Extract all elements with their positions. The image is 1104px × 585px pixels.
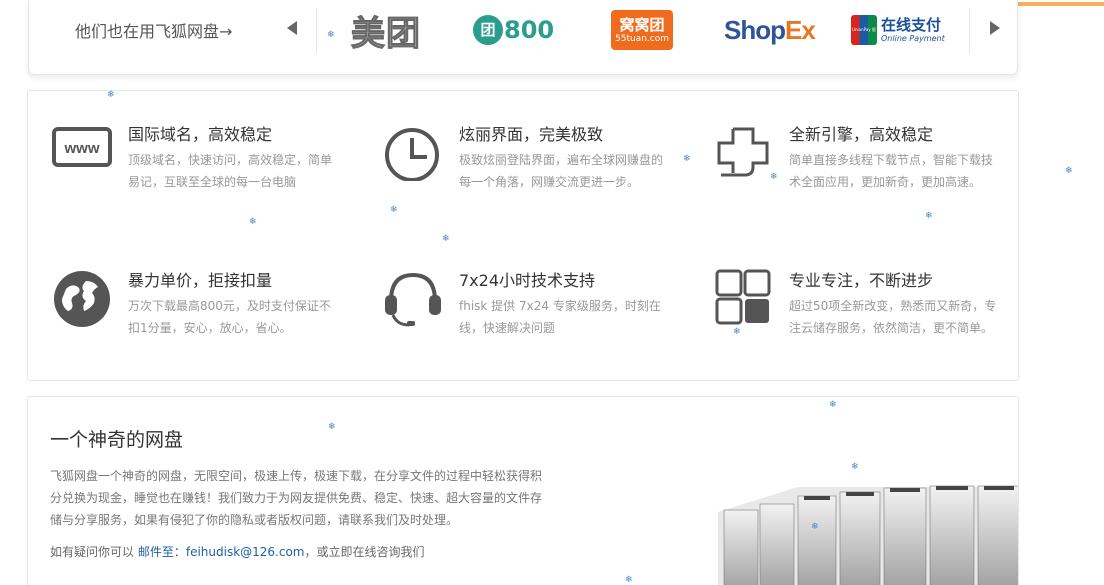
www-icon: www — [52, 127, 112, 167]
divider — [969, 8, 970, 53]
partner-logo-meituan[interactable]: 美团 — [351, 10, 421, 54]
snowflake-icon: ❄ — [390, 205, 398, 215]
carousel-next-button[interactable] — [984, 18, 1004, 38]
feature-title: 国际域名，高效稳定 — [128, 125, 273, 144]
engine-icon — [717, 127, 769, 177]
partner-strip: 他们也在用飞狐网盘→ 美团 团 800 窝窝团 55tuan.com Shop E… — [28, 0, 1018, 75]
top-accent-line — [1018, 2, 1104, 6]
feature-title: 暴力单价，拒接扣量 — [128, 271, 273, 290]
feature-interface: 炫丽界面，完美极致 极致炫丽登陆界面，遍布全球网赚盘的每一个角落，网赚交流更进一… — [383, 121, 693, 221]
globe-icon — [54, 271, 110, 327]
feature-price: 暴力单价，拒接扣量 万次下载最高800元，及时支付保证不扣1分量，安心，放心，省… — [52, 267, 362, 367]
snowflake-icon: ❄ — [925, 211, 933, 221]
snowflake-icon: ❄ — [683, 154, 691, 164]
feature-desc: 简单直接多线程下载节点，智能下载技术全面应用，更加新奇，更加高速。 — [789, 153, 994, 189]
snowflake-icon: ❄ — [1065, 166, 1073, 176]
email-address[interactable]: feihudisk@126.com — [186, 545, 305, 559]
grid-icon — [715, 269, 771, 325]
partner-logo-tuan800[interactable]: 团 800 — [473, 10, 554, 50]
shopex-logo-shop: Shop — [724, 14, 786, 45]
snowflake-icon: ❄ — [811, 522, 819, 532]
feature-focus: 专业专注，不断进步 超过50项全新改变，熟悉而又新奇，专注云储存服务，依然简洁，… — [713, 267, 1023, 367]
features-panel: www 国际域名，高效稳定 顶级域名，快速访问，高效稳定，简单易记，互联至全球的… — [27, 90, 1019, 381]
feature-desc: fhisk 提供 7x24 专家级服务，时刻在线，快速解决问题 — [459, 299, 661, 335]
about-contact: 如有疑问你可以 邮件至：feihudisk@126.com，或立即在线咨询我们 — [50, 543, 425, 560]
chevron-right-icon — [990, 21, 1000, 35]
snowflake-icon: ❄ — [249, 217, 257, 227]
unionpay-mark: UnionPay 银联 — [851, 15, 877, 62]
snowflake-icon: ❄ — [829, 400, 837, 410]
feature-title: 全新引擎，高效稳定 — [789, 125, 934, 144]
snowflake-icon: ❄ — [733, 327, 741, 337]
feature-engine: 全新引擎，高效稳定 简单直接多线程下载节点，智能下载技术全面应用，更加新奇，更加… — [713, 121, 1023, 221]
partner-logo-unionpay[interactable]: UnionPay 银联 在线支付 Online Payment — [851, 10, 945, 62]
snowflake-icon: ❄ — [625, 575, 633, 585]
headset-icon — [385, 272, 441, 327]
snowflake-icon: ❄ — [442, 234, 450, 244]
about-panel: 一个神奇的网盘 飞狐网盘一个神奇的网盘，无限空间，极速上传，极速下载，在分享文件… — [27, 396, 1019, 585]
feature-desc: 极致炫丽登陆界面，遍布全球网赚盘的每一个角落，网赚交流更进一步。 — [459, 153, 664, 189]
unionpay-cn: 在线支付 — [881, 15, 942, 34]
email-link[interactable]: 邮件至： — [138, 545, 186, 559]
snowflake-icon: ❄ — [851, 462, 859, 472]
chevron-left-icon — [287, 21, 297, 35]
feature-support: 7x24小时技术支持 fhisk 提供 7x24 专家级服务，时刻在线，快速解决… — [383, 267, 693, 367]
svg-text:www: www — [63, 140, 99, 157]
snowflake-icon: ❄ — [107, 90, 115, 100]
snowflake-icon: ❄ — [327, 30, 335, 40]
feature-title: 炫丽界面，完美极致 — [459, 125, 604, 144]
tuan800-mark: 团 — [473, 15, 503, 45]
partner-logo-shopex[interactable]: Shop Ex — [724, 10, 816, 50]
server-rack-image — [718, 485, 1018, 585]
feature-desc: 万次下载最高800元，及时支付保证不扣1分量，安心，放心，省心。 — [128, 299, 331, 335]
about-title: 一个神奇的网盘 — [50, 429, 184, 451]
carousel-prev-button[interactable] — [283, 18, 303, 38]
wowo-logo-cn: 窝窝团 — [619, 15, 665, 34]
snowflake-icon: ❄ — [770, 172, 778, 182]
wowo-logo-en: 55tuan.com — [615, 33, 669, 44]
tuan800-text: 800 — [504, 16, 555, 44]
contact-suffix: ，或立即在线咨询我们 — [304, 545, 425, 559]
divider — [316, 8, 317, 53]
snowflake-icon: ❄ — [328, 422, 336, 432]
about-desc: 飞狐网盘一个神奇的网盘，无限空间，极速上传，极速下载，在分享文件的过程中轻松获得… — [50, 469, 543, 527]
partner-logo-55tuan[interactable]: 窝窝团 55tuan.com — [611, 10, 673, 50]
clock-icon — [385, 128, 439, 181]
shopex-logo-ex: Ex — [785, 14, 816, 45]
unionpay-mark-text: UnionPay 银联 — [852, 27, 876, 62]
feature-title: 专业专注，不断进步 — [789, 271, 934, 290]
feature-desc: 超过50项全新改变，熟悉而又新奇，专注云储存服务，依然简洁，更不简单。 — [789, 299, 997, 335]
feature-title: 7x24小时技术支持 — [459, 271, 596, 290]
partner-label: 他们也在用飞狐网盘→ — [75, 22, 233, 41]
meituan-logo-text: 美团 — [351, 13, 421, 54]
unionpay-en: Online Payment — [881, 33, 945, 43]
feature-domain: www 国际域名，高效稳定 顶级域名，快速访问，高效稳定，简单易记，互联至全球的… — [52, 121, 362, 221]
feature-desc: 顶级域名，快速访问，高效稳定，简单易记，互联至全球的每一台电脑 — [128, 153, 333, 189]
contact-prefix: 如有疑问你可以 — [50, 545, 138, 559]
